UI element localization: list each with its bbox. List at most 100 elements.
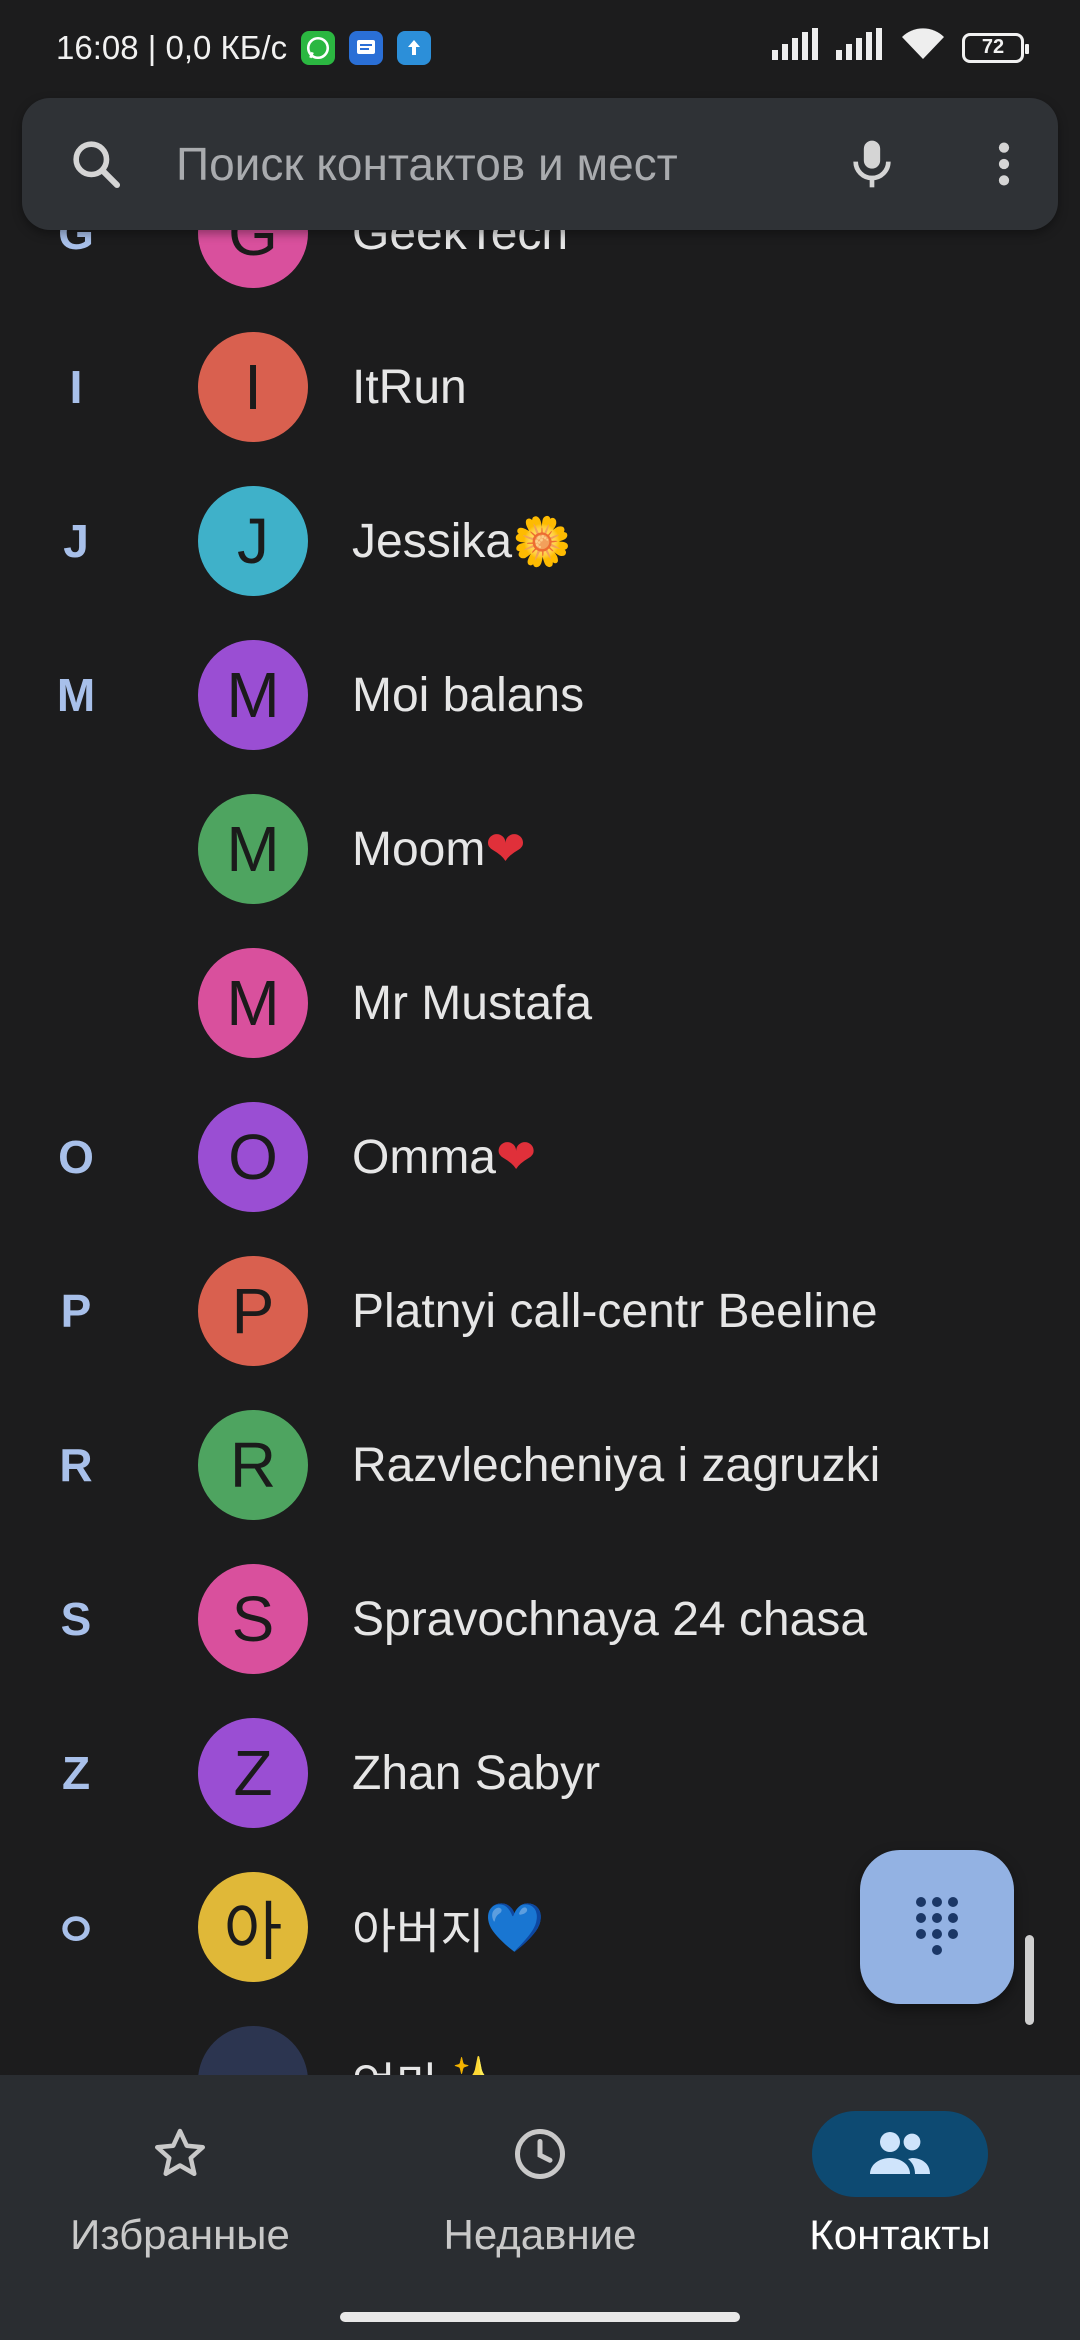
upload-icon (397, 30, 432, 65)
avatar-initial: 아 (223, 1896, 283, 1968)
messages-icon (349, 30, 384, 65)
clock-icon (452, 2111, 628, 2197)
contact-name-text: Mr Mustafa (352, 976, 593, 1030)
nav-recent[interactable]: Недавние (360, 2111, 720, 2281)
contact-row[interactable]: M Mr Mustafa (0, 926, 1080, 1080)
more-options-icon[interactable] (976, 134, 1032, 194)
contact-name-text: Jessika (352, 514, 513, 568)
people-icon (812, 2111, 988, 2197)
contact-name-text: Omma (352, 1130, 496, 1184)
contact-row[interactable]: P P Platnyi call-centr Beeline (0, 1234, 1080, 1388)
dialpad-button[interactable] (860, 1850, 1014, 2004)
contact-emoji: ❤ (496, 1129, 537, 1185)
contact-row[interactable]: 엄마✨ (0, 2004, 1080, 2075)
scrollbar-thumb[interactable] (1025, 1935, 1034, 2025)
contact-row[interactable]: M M Moi balans (0, 618, 1080, 772)
contact-row[interactable]: J J Jessika 🌼 (0, 464, 1080, 618)
section-letter: M (56, 669, 96, 721)
contact-name: Platnyi call-centr Beeline (352, 1234, 878, 1388)
search-input[interactable]: Поиск контактов и мест (176, 137, 678, 191)
section-letter: O (58, 1131, 94, 1183)
dialpad-icon (916, 1897, 958, 1955)
section-letter: Z (61, 1747, 91, 1799)
contact-name: Zhan Sabyr (352, 1696, 600, 1850)
home-indicator[interactable] (340, 2312, 740, 2322)
contact-name: ItRun (352, 310, 467, 464)
contact-name: Mr Mustafa (352, 926, 592, 1080)
avatar-initial: O (228, 1121, 278, 1193)
contact-list[interactable]: G G GeekTech I I ItRun J J Jessika 🌼 M M Moi balans M… (0, 0, 1080, 2075)
contact-emoji: ✨ (440, 2053, 500, 2076)
contact-avatar (198, 2026, 308, 2075)
contact-avatar: O (198, 1102, 308, 1212)
nav-favorites[interactable]: Избранные (0, 2111, 360, 2281)
status-bar: 16:08 | 0,0 КБ/с 72 (0, 0, 1080, 95)
contact-name-text: Platnyi call-centr Beeline (352, 1284, 878, 1338)
contact-name: Moi balans (352, 618, 584, 772)
contact-avatar: S (198, 1564, 308, 1674)
contact-avatar: 아 (198, 1872, 308, 1982)
contact-emoji: 💙 (484, 1899, 545, 1956)
section-letter: I (69, 361, 83, 413)
contact-name-text: Spravochnaya 24 chasa (352, 1592, 868, 1646)
contact-avatar: M (198, 794, 308, 904)
contact-row[interactable]: M Moom ❤ (0, 772, 1080, 926)
section-letter (36, 772, 116, 926)
wifi-icon (900, 27, 946, 69)
contact-name: Razvlecheniya i zagruzki (352, 1388, 880, 1542)
nav-label-recent: Недавние (443, 2211, 637, 2258)
contact-row[interactable]: Z Z Zhan Sabyr (0, 1696, 1080, 1850)
search-bar[interactable]: Поиск контактов и мест (22, 98, 1058, 230)
avatar-initial: M (226, 813, 280, 885)
avatar-initial: I (244, 351, 262, 423)
contact-avatar: R (198, 1410, 308, 1520)
contact-avatar: J (198, 486, 308, 596)
avatar-initial: M (226, 659, 280, 731)
contact-row[interactable]: O O Omma ❤ (0, 1080, 1080, 1234)
contact-row[interactable]: R R Razvlecheniya i zagruzki (0, 1388, 1080, 1542)
status-time-speed: 16:08 | 0,0 КБ/с (56, 28, 288, 66)
avatar-initial: P (231, 1275, 275, 1347)
section-letter (36, 2004, 116, 2075)
avatar-initial: Z (233, 1737, 273, 1809)
contact-row[interactable]: S S Spravochnaya 24 chasa (0, 1542, 1080, 1696)
contact-name: 엄마✨ (352, 2004, 500, 2076)
contact-name: Spravochnaya 24 chasa (352, 1542, 867, 1696)
contact-name: Moom ❤ (352, 772, 526, 926)
avatar-initial: S (231, 1583, 275, 1655)
contacts-screen: G G GeekTech I I ItRun J J Jessika 🌼 M M Moi balans M… (0, 0, 1080, 2340)
avatar-initial: R (229, 1429, 277, 1501)
contact-name-text: Razvlecheniya i zagruzki (352, 1438, 881, 1492)
avatar-initial: M (226, 967, 280, 1039)
contact-name-text: 아버지 (352, 1906, 485, 1959)
contact-row[interactable]: I I ItRun (0, 310, 1080, 464)
contact-name: 아버지 💙 (352, 1850, 544, 2004)
section-letter: P (60, 1285, 92, 1337)
section-letter: R (59, 1439, 93, 1491)
section-letter (36, 926, 116, 1080)
contact-name: Jessika 🌼 (352, 464, 572, 618)
bottom-navigation: Избранные Недавние Контакты (0, 2075, 1080, 2340)
whatsapp-icon (301, 30, 336, 65)
contact-name-text: Moi balans (352, 668, 585, 722)
mic-icon[interactable] (844, 134, 900, 194)
avatar-initial: J (237, 505, 269, 577)
contact-name-text: 엄마 (352, 2046, 440, 2075)
signal-icon (772, 27, 820, 68)
contact-avatar: M (198, 948, 308, 1058)
section-letter: S (60, 1593, 92, 1645)
nav-contacts[interactable]: Контакты (720, 2111, 1080, 2281)
contact-avatar: M (198, 640, 308, 750)
contact-name-text: Moom (352, 822, 486, 876)
star-icon (92, 2111, 268, 2197)
nav-label-contacts: Контакты (809, 2211, 991, 2258)
contact-avatar: Z (198, 1718, 308, 1828)
section-letter: J (63, 515, 89, 567)
signal-icon (836, 27, 884, 68)
contact-name-text: Zhan Sabyr (352, 1746, 601, 1800)
contact-emoji: ❤ (485, 821, 526, 877)
contact-name: Omma ❤ (352, 1080, 536, 1234)
search-icon[interactable] (68, 136, 124, 192)
contact-emoji: 🌼 (512, 513, 572, 570)
section-letter: ㅇ (54, 1904, 98, 1956)
